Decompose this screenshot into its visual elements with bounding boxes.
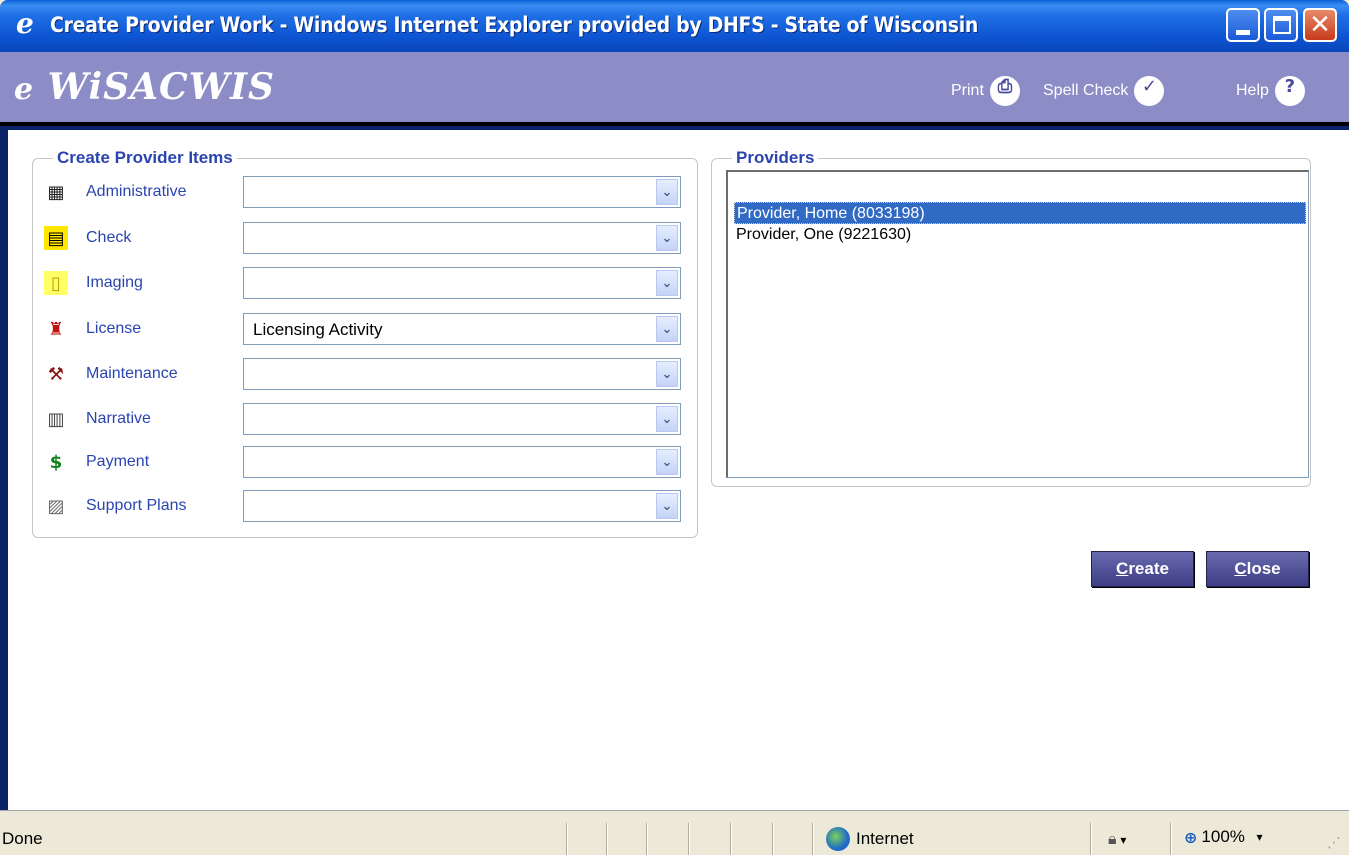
administrative-select[interactable]: ⌄ — [243, 176, 681, 208]
resize-grip-icon[interactable]: ⋰ — [1327, 835, 1345, 853]
license-select[interactable]: Licensing Activity ⌄ — [243, 313, 681, 345]
help-icon: ? — [1274, 76, 1305, 106]
chevron-down-icon[interactable]: ⌄ — [656, 225, 678, 251]
maximize-icon — [1273, 16, 1291, 34]
minimize-icon — [1236, 30, 1250, 35]
item-label: Payment — [86, 453, 150, 470]
title-bar[interactable]: e Create Provider Work - Windows Interne… — [0, 0, 1349, 52]
maintenance-select[interactable]: ⌄ — [243, 358, 681, 390]
status-separator — [812, 823, 814, 855]
item-row-payment: $ Payment ⌄ — [44, 446, 694, 478]
spell-check-icon: ✓ — [1134, 76, 1165, 106]
chevron-down-icon[interactable]: ⌄ — [656, 270, 678, 296]
chevron-down-icon[interactable]: ⌄ — [656, 449, 678, 475]
protected-mode-button[interactable]: 🔒︎ ▾ — [1108, 829, 1126, 849]
help-button[interactable]: Help ? — [1236, 74, 1305, 108]
printer-icon: ⎙ — [989, 76, 1020, 106]
item-row-check: ▤ Check ⌄ — [44, 222, 694, 254]
item-label: Check — [86, 229, 132, 246]
payment-select[interactable]: ⌄ — [243, 446, 681, 478]
close-button[interactable]: Close — [1206, 551, 1309, 587]
item-row-maintenance: ⚒ Maintenance ⌄ — [44, 358, 694, 390]
provider-list-item[interactable]: Provider, One (9221630) — [734, 224, 1306, 246]
internet-explorer-icon: e — [16, 7, 34, 40]
window-title: Create Provider Work - Windows Internet … — [50, 13, 979, 37]
item-label: Support Plans — [86, 497, 187, 514]
building-icon: ▦ — [47, 181, 65, 203]
lock-icon: 🔒︎ — [1108, 829, 1117, 848]
select-value: Licensing Activity — [253, 320, 383, 339]
item-label: Imaging — [86, 274, 143, 291]
item-label: Administrative — [86, 183, 187, 200]
minimize-button[interactable] — [1226, 8, 1260, 42]
zoom-control[interactable]: ⊕ 100% ▾ — [1184, 827, 1263, 847]
close-icon: ✕ — [1309, 10, 1331, 40]
maintenance-tools-icon: ⚒ — [47, 363, 65, 385]
zoom-icon: ⊕ — [1184, 827, 1198, 847]
chevron-down-icon: ▾ — [1116, 833, 1127, 847]
status-separator — [1090, 823, 1092, 855]
item-label: License — [86, 320, 142, 337]
page-content: Create Provider Items ▦ Administrative ⌄ ▤ C… — [8, 130, 1349, 810]
app-logo: e WiSACWIS — [14, 66, 275, 108]
status-separator — [566, 823, 568, 855]
imaging-select[interactable]: ⌄ — [243, 267, 681, 299]
support-plans-select[interactable]: ⌄ — [243, 490, 681, 522]
status-separator — [646, 823, 648, 855]
status-bar: Done Internet 🔒︎ ▾ ⊕ 100% ▾ ⋰ — [0, 810, 1349, 855]
clipboard-icon: ▯ — [44, 271, 68, 295]
check-select[interactable]: ⌄ — [243, 222, 681, 254]
item-row-narrative: ▥ Narrative ⌄ — [44, 403, 694, 435]
item-label: Maintenance — [86, 365, 178, 382]
item-row-support-plans: ▨ Support Plans ⌄ — [44, 490, 694, 522]
item-row-license: ♜ License Licensing Activity ⌄ — [44, 313, 694, 345]
app-header: e WiSACWIS Print ⎙ Spell Check ✓ Help ? — [0, 52, 1349, 126]
chevron-down-icon[interactable]: ⌄ — [656, 406, 678, 432]
item-label: Narrative — [86, 410, 151, 427]
chevron-down-icon: ▾ — [1248, 830, 1263, 844]
chevron-down-icon[interactable]: ⌄ — [656, 316, 678, 342]
check-document-icon: ▤ — [44, 226, 68, 250]
status-separator — [606, 823, 608, 855]
browser-window: e Create Provider Work - Windows Interne… — [0, 0, 1349, 855]
chevron-down-icon[interactable]: ⌄ — [656, 361, 678, 387]
status-separator — [772, 823, 774, 855]
status-text: Done — [2, 829, 43, 848]
chevron-down-icon[interactable]: ⌄ — [656, 493, 678, 519]
providers-legend: Providers — [736, 148, 815, 167]
license-stamp-icon: ♜ — [47, 318, 65, 340]
spell-check-button[interactable]: Spell Check ✓ — [1043, 74, 1165, 108]
chevron-down-icon[interactable]: ⌄ — [656, 179, 678, 205]
close-window-button[interactable]: ✕ — [1303, 8, 1337, 42]
dollar-icon: $ — [49, 451, 63, 473]
status-separator — [688, 823, 690, 855]
providers-listbox[interactable]: Provider, Home (8033198) Provider, One (9… — [726, 170, 1309, 478]
narrative-select[interactable]: ⌄ — [243, 403, 681, 435]
maximize-button[interactable] — [1264, 8, 1298, 42]
item-row-imaging: ▯ Imaging ⌄ — [44, 267, 694, 299]
support-plans-icon: ▨ — [47, 495, 65, 517]
provider-list-item[interactable]: Provider, Home (8033198) — [734, 202, 1306, 224]
narrative-document-icon: ▥ — [47, 408, 65, 430]
create-button[interactable]: Create — [1091, 551, 1194, 587]
create-provider-items-legend: Create Provider Items — [57, 148, 233, 167]
security-zone[interactable]: Internet — [826, 827, 914, 851]
status-separator — [1170, 823, 1172, 855]
status-separator — [730, 823, 732, 855]
globe-icon — [826, 827, 850, 851]
item-row-administrative: ▦ Administrative ⌄ — [44, 176, 694, 208]
print-button[interactable]: Print ⎙ — [951, 74, 1020, 108]
